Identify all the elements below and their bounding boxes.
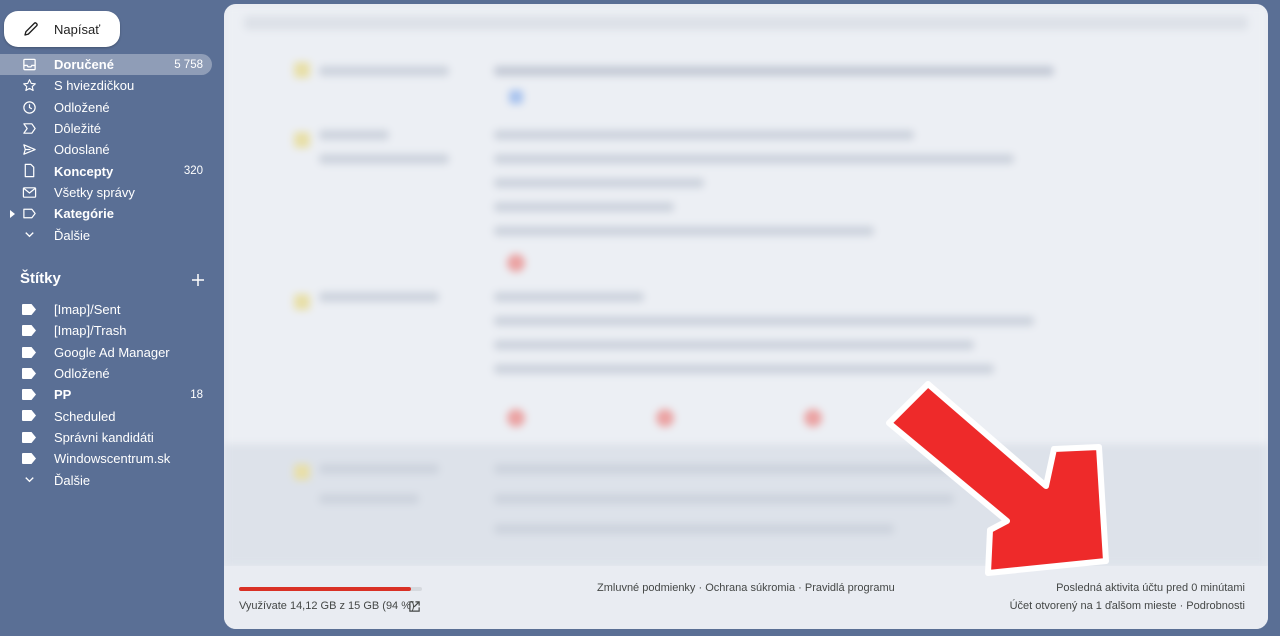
label-name: PP	[54, 387, 72, 403]
nav-item-inbox[interactable]: Doručené 5 758	[0, 54, 212, 76]
label-tag-icon	[22, 410, 36, 422]
compose-label: Napísať	[54, 21, 101, 37]
nav-item-snoozed[interactable]: Odložené	[0, 97, 212, 118]
nav-item-categories[interactable]: Kategórie	[0, 203, 212, 224]
storage-usage-text: Využívate 14,12 GB z 15 GB (94 %)	[239, 600, 415, 612]
label-item-odlozene[interactable]: Odložené	[0, 363, 212, 384]
draft-icon	[24, 164, 35, 178]
labels-header: Štítky	[20, 270, 206, 290]
label-tag-icon	[22, 453, 36, 465]
nav-label: Koncepty	[54, 163, 114, 179]
caret-right-icon[interactable]	[10, 210, 15, 219]
nav-count: 320	[183, 165, 203, 178]
label-name: Scheduled	[54, 408, 116, 424]
labels-list: [Imap]/Sent [Imap]/Trash Google Ad Manag…	[0, 299, 212, 491]
label-item-pp[interactable]: PP 18	[0, 384, 212, 405]
nav-label: Ďalšie	[54, 227, 91, 243]
label-name: [Imap]/Sent	[54, 302, 121, 318]
footer-details-link[interactable]: Účet otvorený na 1 ďalšom mieste · Podro…	[1010, 600, 1245, 612]
label-tag-icon	[22, 346, 36, 358]
label-item-windowscentrum[interactable]: Windowscentrum.sk	[0, 448, 212, 469]
compose-button[interactable]: Napísať	[4, 11, 120, 47]
nav-label: Odoslané	[54, 142, 110, 158]
nav-label: Všetky správy	[54, 184, 135, 200]
label-item-imap-sent[interactable]: [Imap]/Sent	[0, 299, 212, 320]
label-tag-icon	[22, 325, 36, 337]
footer-terms-links[interactable]: Zmluvné podmienky · Ochrana súkromia · P…	[597, 582, 895, 594]
important-icon	[23, 123, 36, 134]
labels-title: Štítky	[20, 270, 61, 287]
chevron-down-icon	[25, 232, 34, 238]
send-icon	[23, 144, 36, 155]
label-name: Google Ad Manager	[54, 344, 170, 360]
label-tag-icon	[22, 304, 36, 315]
nav-count: 5 758	[174, 58, 203, 71]
labels-more-label: Ďalšie	[54, 472, 91, 488]
nav-item-all-mail[interactable]: Všetky správy	[0, 182, 212, 203]
nav-label: Kategórie	[54, 206, 114, 222]
mail-folders: Doručené 5 758 S hviezdičkou Odložené Dô…	[0, 54, 212, 246]
pencil-icon	[24, 22, 38, 36]
star-icon	[23, 79, 36, 92]
labels-more[interactable]: Ďalšie	[0, 469, 212, 490]
label-tag-icon	[22, 367, 36, 379]
label-name: Odložené	[54, 366, 110, 382]
label-tag-icon	[22, 431, 36, 443]
nav-label: Odložené	[54, 99, 110, 115]
nav-label: Doručené	[54, 57, 114, 73]
label-item-google-ad-manager[interactable]: Google Ad Manager	[0, 342, 212, 363]
nav-item-drafts[interactable]: Koncepty 320	[0, 160, 212, 181]
label-item-imap-trash[interactable]: [Imap]/Trash	[0, 320, 212, 341]
open-in-new-icon[interactable]	[408, 600, 421, 613]
storage-usage-bar	[239, 587, 422, 591]
footer: Využívate 14,12 GB z 15 GB (94 %) Zmluvn…	[224, 566, 1268, 629]
clock-icon	[23, 100, 36, 114]
blurred-message-list	[224, 4, 1268, 566]
nav-label: Dôležité	[54, 121, 101, 137]
storage-usage-fill	[239, 587, 412, 591]
label-name: [Imap]/Trash	[54, 323, 127, 339]
category-icon	[23, 208, 36, 219]
nav-item-sent[interactable]: Odoslané	[0, 139, 212, 160]
label-item-scheduled[interactable]: Scheduled	[0, 405, 212, 426]
inbox-icon	[23, 58, 36, 71]
mail-panel: Využívate 14,12 GB z 15 GB (94 %) Zmluvn…	[224, 4, 1268, 629]
all-mail-icon	[22, 186, 37, 198]
label-tag-icon	[22, 389, 36, 401]
label-count: 18	[190, 388, 203, 401]
nav-item-starred[interactable]: S hviezdičkou	[0, 75, 212, 96]
label-name: Správni kandidáti	[54, 429, 154, 445]
plus-icon[interactable]	[190, 272, 206, 288]
footer-last-activity: Posledná aktivita účtu pred 0 minútami	[1056, 582, 1245, 594]
nav-item-important[interactable]: Dôležité	[0, 118, 212, 139]
label-item-spravni-kandidati[interactable]: Správni kandidáti	[0, 427, 212, 448]
sidebar: Napísať Doručené 5 758 S hviezdičkou Odl…	[0, 0, 222, 636]
nav-label: S hviezdičkou	[54, 78, 135, 94]
nav-item-more[interactable]: Ďalšie	[0, 224, 212, 245]
chevron-down-icon	[25, 477, 34, 483]
label-name: Windowscentrum.sk	[54, 451, 171, 467]
